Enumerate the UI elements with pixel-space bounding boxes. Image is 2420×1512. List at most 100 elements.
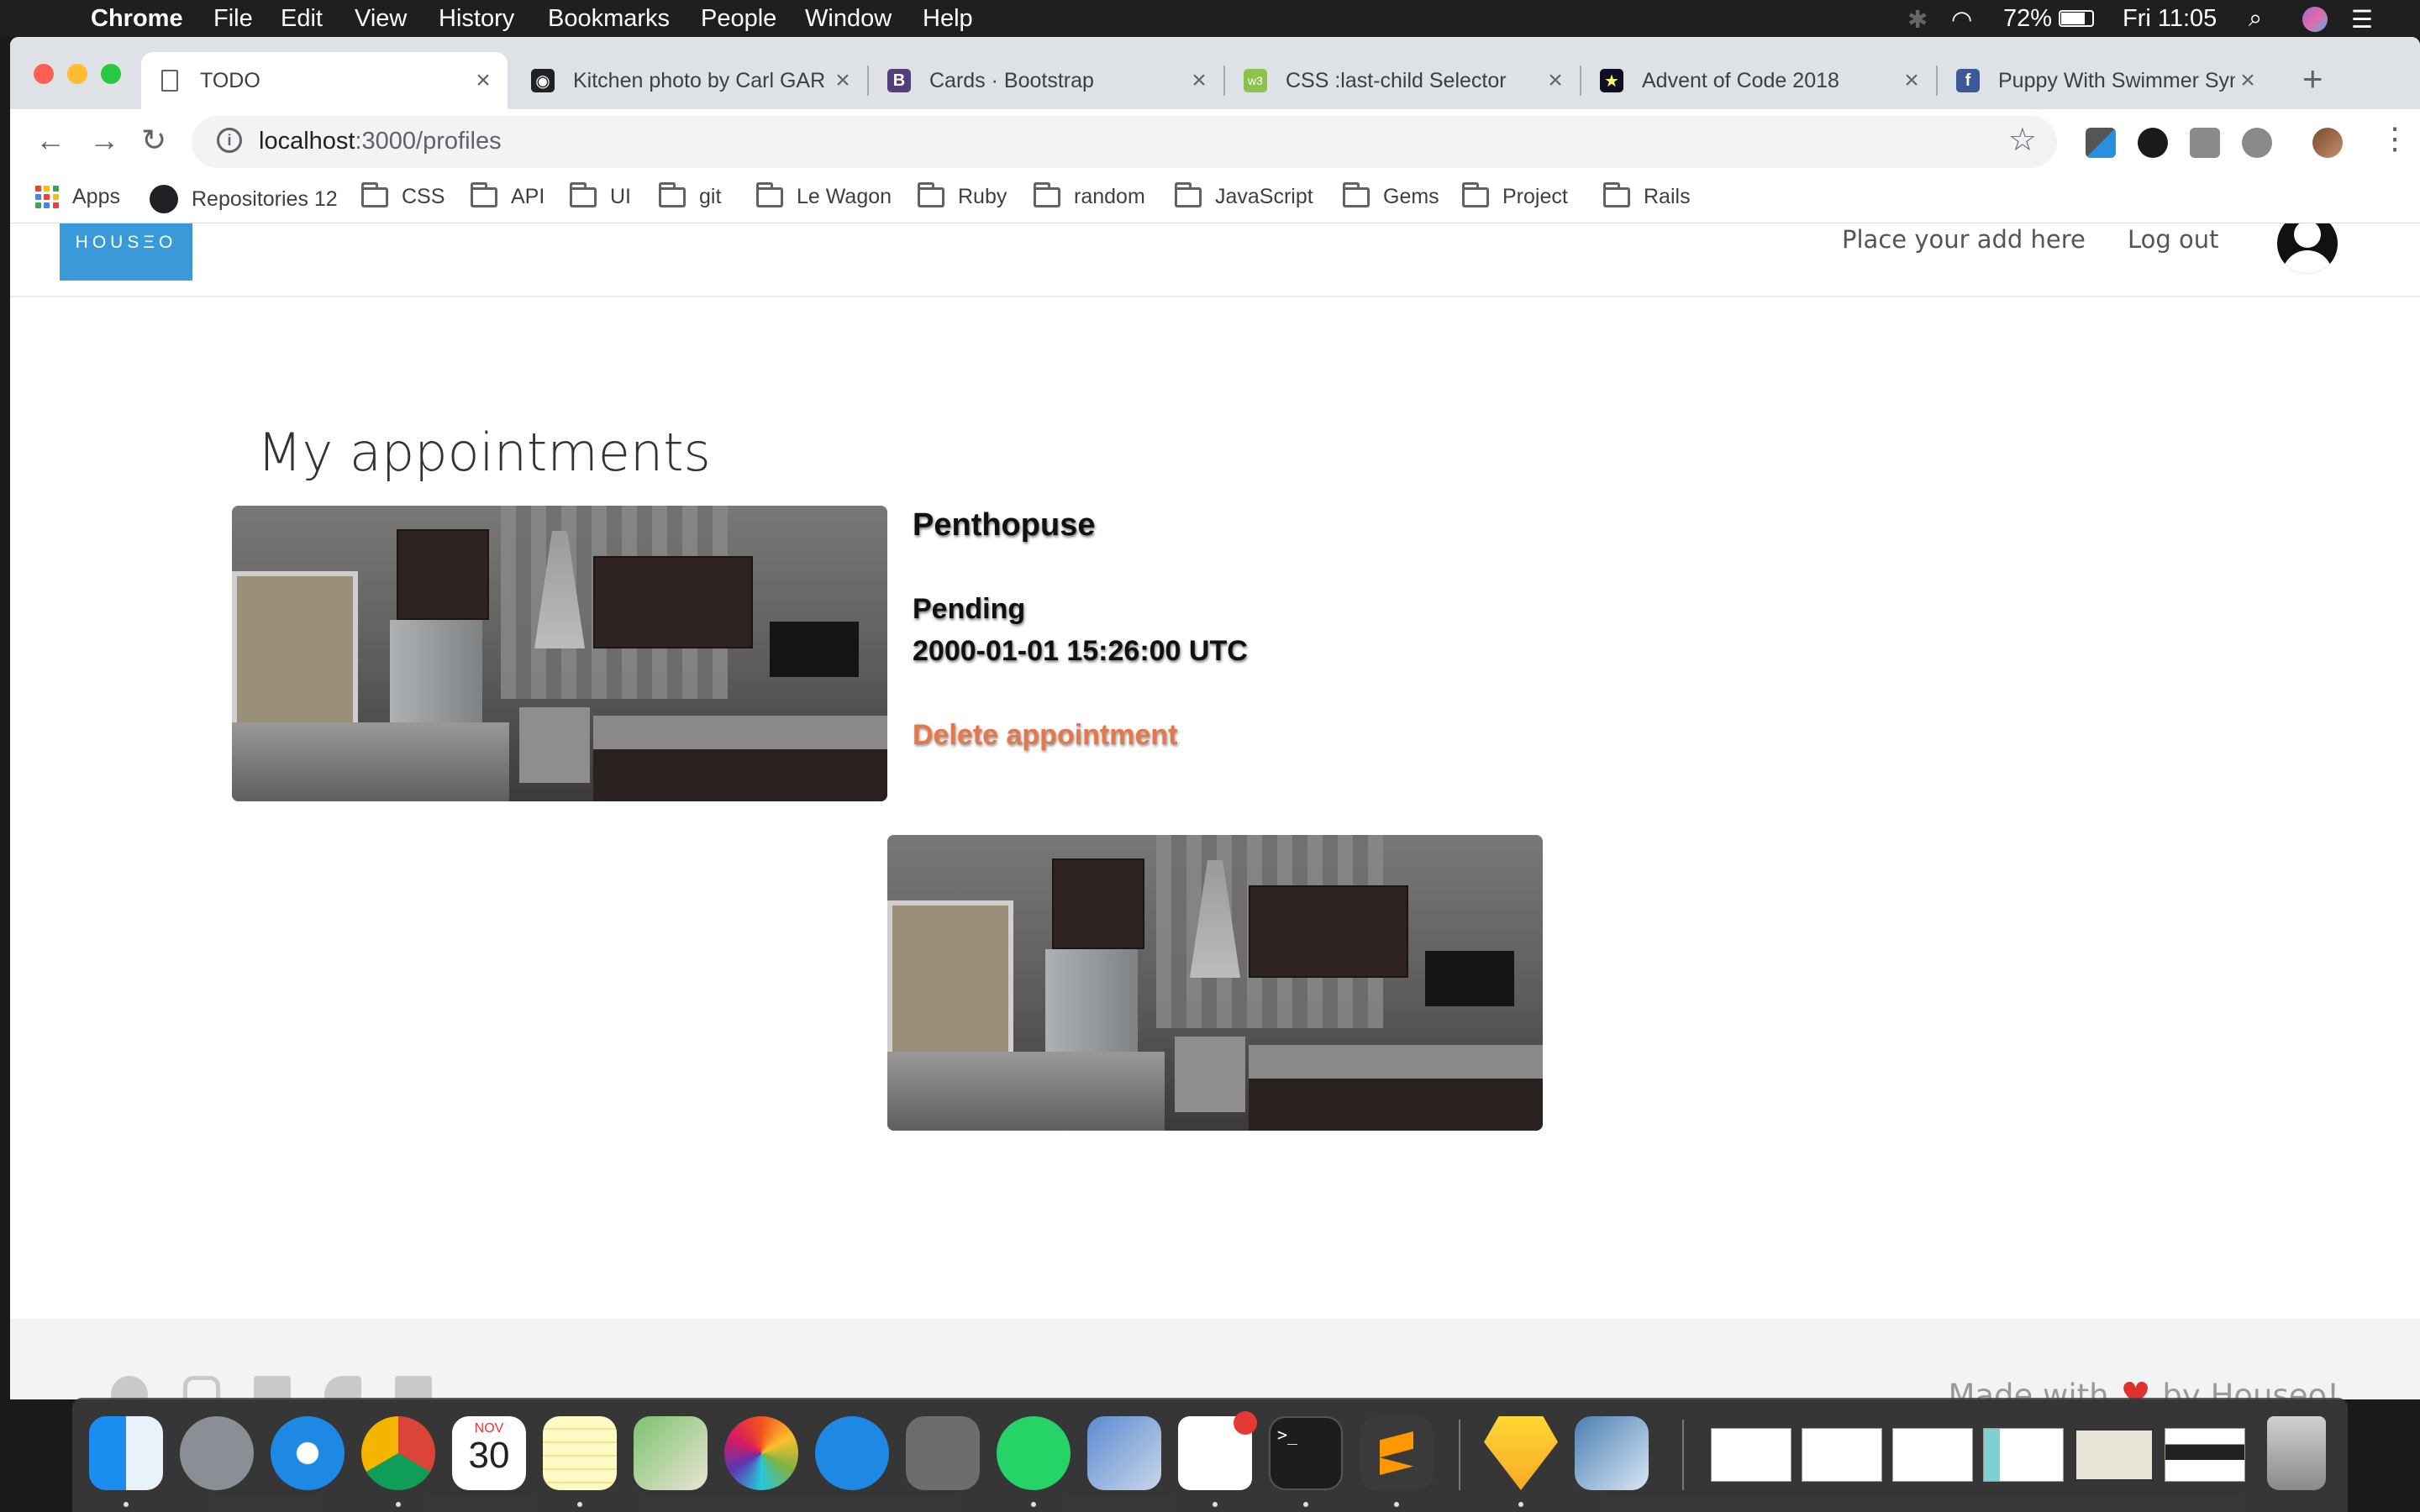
menu-edit[interactable]: Edit xyxy=(281,5,323,33)
menu-view[interactable]: View xyxy=(355,5,407,33)
more-menu-icon[interactable]: ⋮ xyxy=(2380,121,2410,156)
address-bar[interactable]: i localhost:3000/profiles ☆ xyxy=(192,116,2057,168)
minimized-chrome-window[interactable] xyxy=(1983,1428,2064,1482)
notes-icon[interactable] xyxy=(543,1416,617,1490)
extension-bird-icon[interactable] xyxy=(2138,128,2168,158)
sublime-text-icon[interactable] xyxy=(1360,1416,1434,1490)
maps-icon[interactable] xyxy=(634,1416,708,1490)
minimized-chrome-window[interactable] xyxy=(1892,1428,1973,1482)
bookmark-folder-random[interactable]: random xyxy=(1034,181,1145,209)
menu-history[interactable]: History xyxy=(439,5,514,33)
notification-center-icon[interactable]: ☰ xyxy=(2351,5,2373,34)
back-icon[interactable]: ← xyxy=(35,123,66,158)
tab-title: Puppy With Swimmer Syn xyxy=(1998,68,2235,92)
bookmark-folder-ui[interactable]: UI xyxy=(570,181,631,209)
bookmark-folder-gems[interactable]: Gems xyxy=(1343,181,1439,209)
site-info-icon[interactable]: i xyxy=(217,128,242,153)
close-tab-icon[interactable]: × xyxy=(2235,66,2260,95)
calendar-icon[interactable]: NOV 30 xyxy=(452,1416,526,1490)
facebook-icon[interactable] xyxy=(254,1376,291,1399)
close-tab-icon[interactable]: × xyxy=(1543,66,1568,95)
github-icon[interactable] xyxy=(111,1376,148,1399)
slack-icon[interactable] xyxy=(1178,1411,1257,1490)
trash-icon[interactable] xyxy=(2267,1416,2326,1490)
zoom-window-button[interactable] xyxy=(101,64,121,84)
eyedropper-extension-icon[interactable] xyxy=(2086,128,2116,158)
menu-window[interactable]: Window xyxy=(805,5,892,33)
safari-icon[interactable] xyxy=(271,1416,345,1490)
mail-icon[interactable] xyxy=(1087,1416,1161,1490)
chrome-icon[interactable] xyxy=(361,1416,435,1490)
tab-bootstrap-cards[interactable]: B Cards · Bootstrap × xyxy=(871,52,1223,109)
place-ad-link[interactable]: Place your add here xyxy=(1842,225,2086,254)
spotlight-icon[interactable]: ⌕ xyxy=(2249,5,2262,33)
bookmark-apps[interactable]: Apps xyxy=(35,185,120,209)
battery-icon[interactable] xyxy=(2059,10,2094,27)
close-tab-icon[interactable]: × xyxy=(1186,66,1212,95)
bookmark-folder-javascript[interactable]: JavaScript xyxy=(1175,181,1313,209)
reload-icon[interactable]: ↻ xyxy=(141,123,166,158)
property-photo[interactable] xyxy=(887,835,1543,1131)
menu-people[interactable]: People xyxy=(701,5,776,33)
url-path: :3000/profiles xyxy=(355,128,502,155)
wifi-icon[interactable]: ◠ xyxy=(1951,5,1972,34)
new-tab-button[interactable]: + xyxy=(2302,59,2323,99)
bookmark-label: Apps xyxy=(72,185,120,208)
extension-flag-icon[interactable] xyxy=(2190,128,2220,158)
launchpad-icon[interactable] xyxy=(180,1416,254,1490)
photos-icon[interactable] xyxy=(724,1416,798,1490)
bookmark-repositories[interactable]: Repositories 12 xyxy=(150,185,338,213)
preview-icon[interactable] xyxy=(1575,1416,1649,1490)
footer-made-prefix: Made with xyxy=(1948,1377,2109,1400)
property-photo[interactable] xyxy=(232,506,887,801)
url-text[interactable]: localhost:3000/profiles xyxy=(259,128,502,155)
minimized-terminal-window[interactable] xyxy=(2074,1428,2154,1482)
instagram-icon[interactable] xyxy=(183,1376,220,1399)
tab-css-last-child[interactable]: w3 CSS :last-child Selector × xyxy=(1227,52,1580,109)
bluetooth-icon[interactable]: ✱ xyxy=(1907,5,1928,34)
user-avatar-icon[interactable] xyxy=(2277,223,2338,274)
bookmark-star-icon[interactable]: ☆ xyxy=(2008,121,2037,159)
bookmark-folder-rails[interactable]: Rails xyxy=(1603,181,1691,209)
siri-icon[interactable] xyxy=(2302,7,2328,32)
menu-file[interactable]: File xyxy=(213,5,253,33)
app-store-icon[interactable] xyxy=(815,1416,889,1490)
tab-kitchen-photo[interactable]: ◉ Kitchen photo by Carl GAR × xyxy=(514,52,867,109)
extension-bug-icon[interactable] xyxy=(2242,128,2272,158)
bookmark-label: Ruby xyxy=(958,185,1007,208)
minimize-window-button[interactable] xyxy=(67,64,87,84)
bookmark-folder-project[interactable]: Project xyxy=(1462,181,1568,209)
whatsapp-icon[interactable] xyxy=(997,1416,1071,1490)
close-window-button[interactable] xyxy=(34,64,54,84)
bookmark-folder-ruby[interactable]: Ruby xyxy=(918,181,1007,209)
finder-icon[interactable] xyxy=(89,1416,163,1490)
menu-bookmarks[interactable]: Bookmarks xyxy=(548,5,670,33)
profile-avatar-icon[interactable] xyxy=(2312,128,2343,158)
terminal-icon[interactable]: >_ xyxy=(1269,1416,1343,1490)
minimized-chrome-window[interactable] xyxy=(2165,1428,2245,1482)
menu-app-name[interactable]: Chrome xyxy=(91,5,183,33)
linkedin-icon[interactable] xyxy=(395,1376,432,1399)
tab-todo[interactable]: TODO × xyxy=(141,52,508,109)
bookmark-folder-git[interactable]: git xyxy=(659,181,721,209)
minimized-chrome-window[interactable] xyxy=(1711,1428,1791,1482)
forward-icon[interactable]: → xyxy=(89,123,119,158)
menu-help[interactable]: Help xyxy=(923,5,973,33)
tab-puppy-swimmer[interactable]: f Puppy With Swimmer Syn × xyxy=(1939,52,2272,109)
close-tab-icon[interactable]: × xyxy=(1899,66,1924,95)
system-preferences-icon[interactable] xyxy=(906,1416,980,1490)
houseo-logo[interactable]: HOUSΞO xyxy=(60,223,192,281)
minimized-chrome-window[interactable] xyxy=(1802,1428,1882,1482)
sketch-icon[interactable] xyxy=(1484,1416,1558,1490)
bookmark-folder-le-wagon[interactable]: Le Wagon xyxy=(756,181,892,209)
tab-advent-of-code[interactable]: ★ Advent of Code 2018 × xyxy=(1583,52,1936,109)
clock[interactable]: Fri 11:05 xyxy=(2123,5,2217,33)
close-tab-icon[interactable]: × xyxy=(471,66,496,95)
close-tab-icon[interactable]: × xyxy=(830,66,855,95)
bookmark-folder-api[interactable]: API xyxy=(471,181,544,209)
bookmark-folder-css[interactable]: CSS xyxy=(361,181,445,209)
folder-icon xyxy=(361,181,388,207)
twitter-icon[interactable] xyxy=(324,1376,361,1399)
logout-link[interactable]: Log out xyxy=(2128,225,2219,254)
delete-appointment-link[interactable]: Delete appointment xyxy=(913,719,1177,752)
